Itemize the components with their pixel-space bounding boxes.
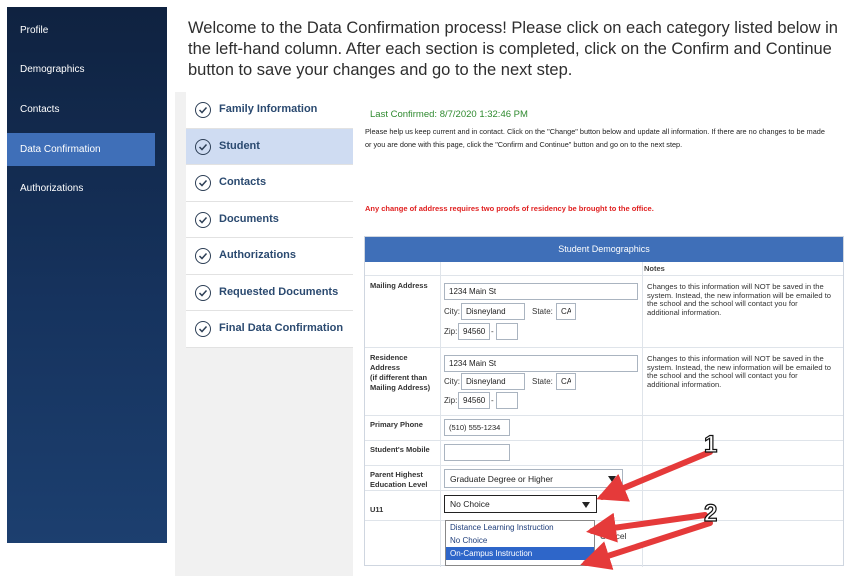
u11-label: U11	[370, 505, 384, 514]
mailing-zip-ext-input[interactable]	[496, 323, 518, 340]
u11-option-on-campus[interactable]: On-Campus Instruction	[446, 547, 594, 560]
u11-option-distance-learning[interactable]: Distance Learning Instruction	[446, 521, 594, 534]
sidebar-item-authorizations[interactable]: Authorizations	[7, 172, 155, 205]
check-circle-icon	[195, 102, 211, 118]
mailing-city-label: City:	[444, 307, 460, 316]
step-label: Student	[219, 139, 260, 152]
mailing-note: Changes to this information will NOT be …	[647, 282, 832, 317]
residence-zip-input[interactable]	[458, 392, 490, 409]
notes-header: Notes	[644, 264, 665, 273]
step-authorizations[interactable]: Authorizations	[186, 238, 353, 275]
residence-address-label: Residence Address (if different than Mai…	[370, 353, 430, 393]
row-divider	[365, 465, 843, 466]
mailing-state-label: State:	[532, 307, 553, 316]
address-warning: Any change of address requires two proof…	[365, 204, 654, 213]
welcome-message: Welcome to the Data Confirmation process…	[188, 19, 838, 79]
check-circle-icon	[195, 321, 211, 337]
instructions: Please help us keep current and in conta…	[365, 127, 825, 149]
step-label: Authorizations	[219, 249, 296, 261]
parent-education-label-line: Parent Highest	[370, 470, 423, 479]
row-divider	[365, 440, 843, 441]
step-label: Documents	[219, 212, 279, 225]
sidebar-item-contacts[interactable]: Contacts	[7, 93, 155, 126]
mailing-street-input[interactable]	[444, 283, 638, 300]
cancel-button[interactable]: Cancel	[600, 527, 644, 546]
residence-city-label: City:	[444, 377, 460, 386]
step-label: Contacts	[219, 176, 267, 188]
residence-state-label: State:	[532, 377, 553, 386]
sidebar-item-data-confirmation[interactable]: Data Confirmation	[7, 133, 155, 166]
row-divider	[365, 347, 843, 348]
parent-education-label-line: Education Level	[370, 480, 428, 489]
row-divider	[365, 275, 843, 276]
primary-phone-input[interactable]	[444, 419, 510, 436]
sidebar: Profile Demographics Contacts Data Confi…	[7, 7, 167, 543]
chevron-down-icon	[582, 502, 590, 508]
step-label: Family Information	[219, 103, 318, 115]
residence-label-line: Mailing Address)	[370, 383, 431, 392]
residence-zip-ext-input[interactable]	[496, 392, 518, 409]
step-family-information[interactable]: Family Information	[186, 92, 353, 129]
residence-note: Changes to this information will NOT be …	[647, 354, 832, 389]
residence-label-line: Address	[370, 363, 401, 372]
student-demographics-table: Student Demographics Notes Mailing Addre…	[364, 236, 844, 567]
u11-value: No Choice	[450, 499, 490, 509]
parent-education-select[interactable]: Graduate Degree or Higher	[444, 469, 623, 488]
zip-separator: -	[491, 396, 494, 405]
check-circle-icon	[195, 211, 211, 228]
table-title: Student Demographics	[365, 237, 843, 262]
check-circle-icon	[195, 284, 211, 301]
mailing-city-input[interactable]	[461, 303, 525, 320]
zip-separator: -	[491, 327, 494, 336]
sidebar-item-profile[interactable]: Profile	[7, 14, 155, 47]
mailing-address-label: Mailing Address	[370, 281, 428, 290]
app-root: Profile Demographics Contacts Data Confi…	[0, 0, 856, 576]
step-final-data-confirmation[interactable]: Final Data Confirmation	[186, 311, 353, 348]
last-confirmed: Last Confirmed: 8/7/2020 1:32:46 PM	[370, 109, 528, 120]
row-divider	[365, 415, 843, 416]
chevron-down-icon	[608, 476, 616, 482]
sidebar-item-demographics[interactable]: Demographics	[7, 53, 155, 86]
row-divider	[365, 490, 843, 491]
parent-education-label: Parent Highest Education Level	[370, 470, 428, 490]
residence-label-line: Residence	[370, 353, 408, 362]
primary-phone-label: Primary Phone	[370, 420, 423, 429]
residence-state-input[interactable]	[556, 373, 576, 390]
check-circle-icon	[195, 175, 211, 191]
student-mobile-input[interactable]	[444, 444, 510, 461]
step-documents[interactable]: Documents	[186, 201, 353, 238]
step-requested-documents[interactable]: Requested Documents	[186, 274, 353, 311]
u11-option-no-choice[interactable]: No Choice	[446, 534, 594, 547]
residence-zip-label: Zip:	[444, 396, 458, 405]
content-panel: Last Confirmed: 8/7/2020 1:32:46 PM Plea…	[353, 92, 856, 576]
step-student[interactable]: Student	[186, 128, 353, 165]
step-label: Final Data Confirmation	[219, 322, 344, 334]
step-label: Requested Documents	[219, 285, 339, 298]
mailing-state-input[interactable]	[556, 303, 576, 320]
residence-label-line: (if different than	[370, 373, 428, 382]
step-contacts[interactable]: Contacts	[186, 165, 353, 202]
mailing-zip-input[interactable]	[458, 323, 490, 340]
u11-dropdown-list: Distance Learning Instruction No Choice …	[445, 520, 595, 566]
check-circle-icon	[195, 248, 211, 264]
residence-street-input[interactable]	[444, 355, 638, 372]
row-divider	[365, 520, 843, 521]
mailing-zip-label: Zip:	[444, 327, 458, 336]
u11-select[interactable]: No Choice	[444, 495, 597, 513]
check-circle-icon	[195, 138, 211, 155]
steps-list: Family Information Student Contacts Docu…	[186, 92, 353, 348]
parent-education-value: Graduate Degree or Higher	[450, 474, 554, 484]
residence-city-input[interactable]	[461, 373, 525, 390]
student-mobile-label: Student's Mobile	[370, 445, 430, 454]
